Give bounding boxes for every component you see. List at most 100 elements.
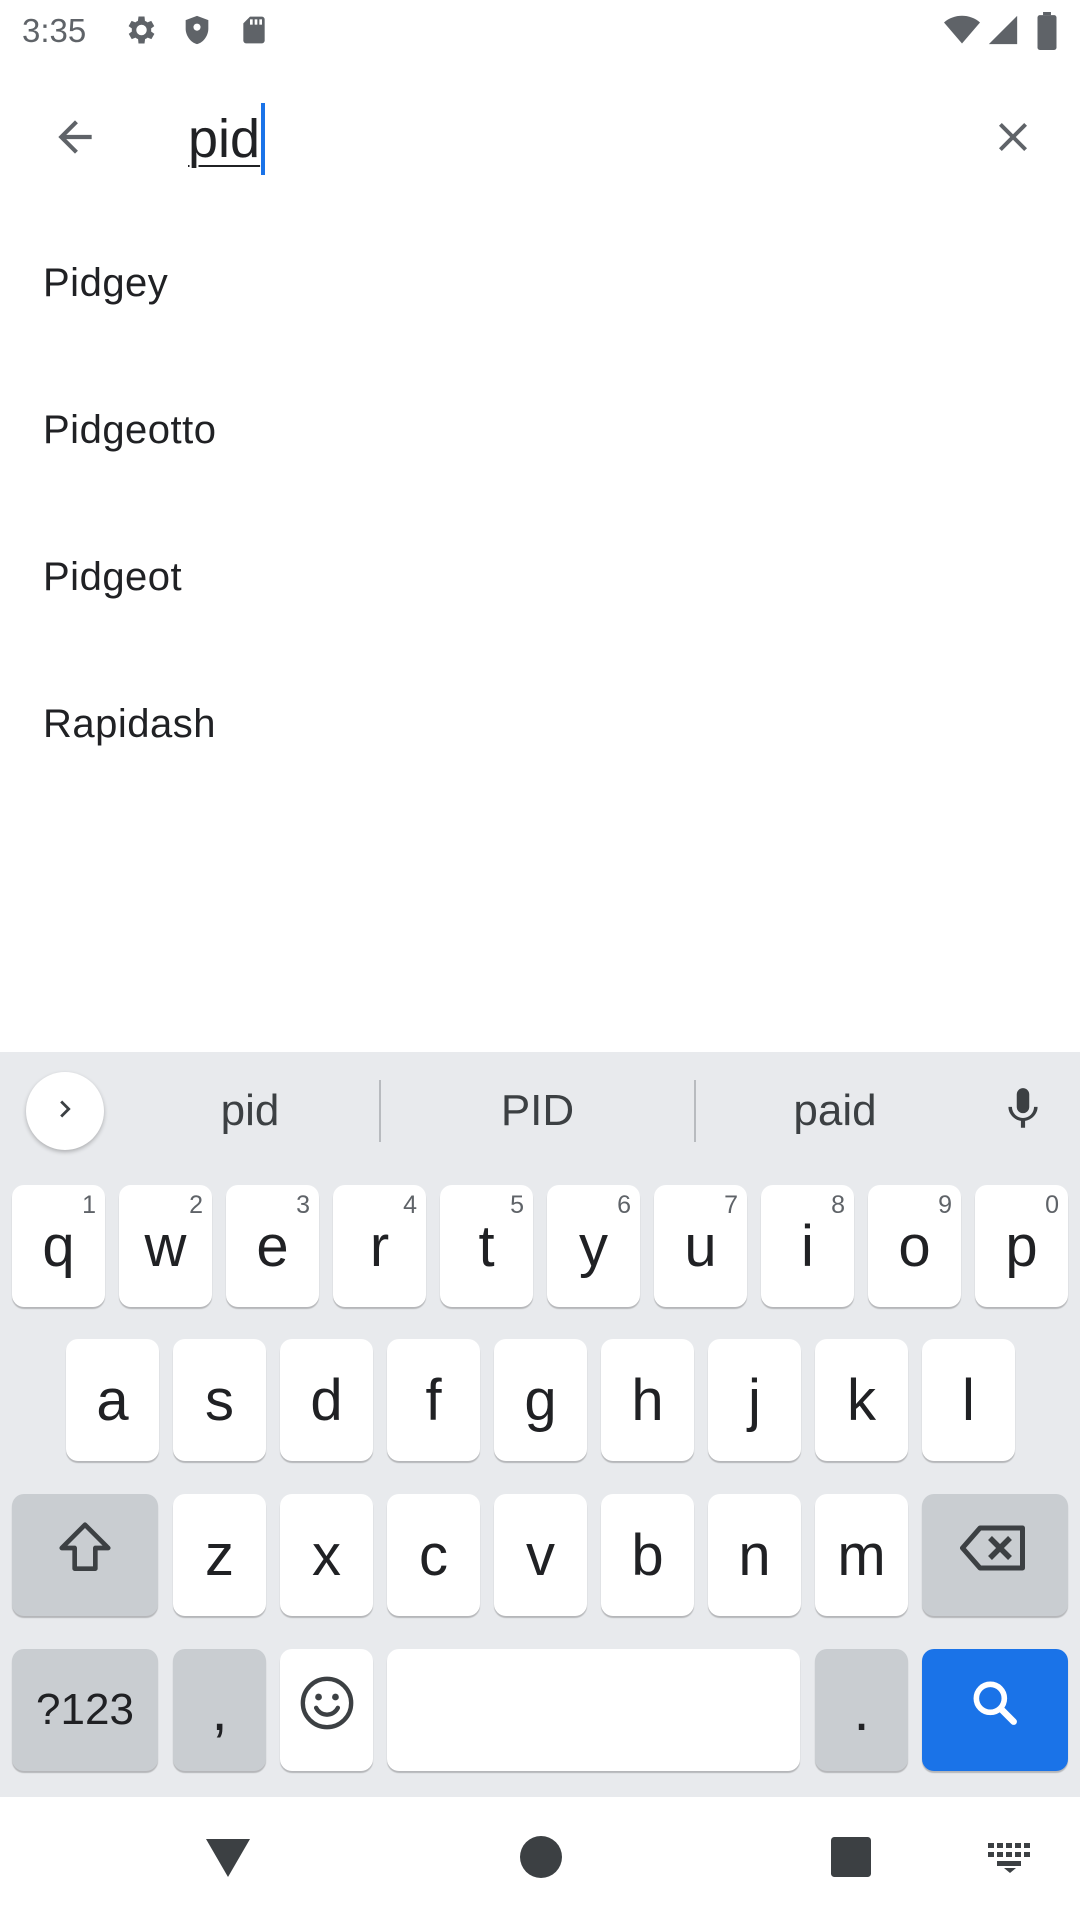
- key-label: a: [96, 1367, 129, 1433]
- key-label: f: [425, 1367, 442, 1433]
- result-label: Rapidash: [43, 702, 217, 746]
- key-g[interactable]: g: [494, 1339, 587, 1461]
- suggestion-2[interactable]: PID: [380, 1052, 695, 1170]
- nav-recents-button[interactable]: [821, 1829, 881, 1889]
- key-hint: 5: [510, 1191, 524, 1219]
- key-k[interactable]: k: [815, 1339, 908, 1461]
- key-label: z: [205, 1522, 234, 1588]
- key-x[interactable]: x: [280, 1494, 373, 1616]
- key-label: l: [962, 1367, 975, 1433]
- key-y[interactable]: y6: [547, 1185, 640, 1307]
- search-icon: [967, 1675, 1023, 1745]
- key-label: x: [312, 1522, 341, 1588]
- sd-card-icon: [238, 12, 270, 53]
- key-label: p: [1005, 1213, 1038, 1279]
- key-label: e: [256, 1213, 289, 1279]
- period-key[interactable]: .: [815, 1649, 908, 1771]
- key-hint: 9: [938, 1191, 952, 1219]
- key-o[interactable]: o9: [868, 1185, 961, 1307]
- key-r[interactable]: r4: [333, 1185, 426, 1307]
- key-label: c: [419, 1522, 448, 1588]
- nav-back-button[interactable]: [198, 1829, 258, 1889]
- key-label: u: [684, 1213, 717, 1279]
- result-label: Pidgeotto: [43, 408, 217, 452]
- key-label: ,: [211, 1677, 228, 1743]
- result-item[interactable]: Rapidash: [0, 651, 1080, 798]
- shield-icon: [180, 12, 214, 53]
- search-input[interactable]: pid: [188, 94, 266, 184]
- key-p[interactable]: p0: [975, 1185, 1068, 1307]
- key-label: j: [748, 1367, 761, 1433]
- key-u[interactable]: u7: [654, 1185, 747, 1307]
- soft-keyboard: pid PID paid q1 w2 e3 r4 t5 y6 u7 i8 o9 …: [0, 1052, 1080, 1797]
- key-hint: 3: [296, 1191, 310, 1219]
- result-item[interactable]: Pidgeotto: [0, 357, 1080, 504]
- comma-key[interactable]: ,: [173, 1649, 266, 1771]
- shift-arrow-icon: [54, 1517, 116, 1593]
- shift-key[interactable]: [12, 1494, 158, 1616]
- key-hint: 2: [189, 1191, 203, 1219]
- suggestion-1[interactable]: pid: [120, 1052, 380, 1170]
- expand-toolbar-button[interactable]: [26, 1072, 104, 1150]
- close-icon: [989, 113, 1037, 166]
- key-hint: 7: [724, 1191, 738, 1219]
- wifi-icon: [942, 12, 982, 53]
- key-hint: 4: [403, 1191, 417, 1219]
- key-label: k: [847, 1367, 876, 1433]
- key-label: w: [144, 1213, 187, 1279]
- key-label: g: [524, 1367, 557, 1433]
- key-l[interactable]: l: [922, 1339, 1015, 1461]
- gear-icon: [122, 12, 158, 53]
- backspace-key[interactable]: [922, 1494, 1068, 1616]
- result-item[interactable]: Pidgey: [0, 210, 1080, 357]
- key-q[interactable]: q1: [12, 1185, 105, 1307]
- search-header: pid: [0, 64, 1080, 214]
- status-time: 3:35: [22, 12, 87, 49]
- key-m[interactable]: m: [815, 1494, 908, 1616]
- key-label: s: [205, 1367, 234, 1433]
- emoji-key[interactable]: [280, 1649, 373, 1771]
- key-label: n: [738, 1522, 771, 1588]
- result-label: Pidgey: [43, 261, 169, 305]
- search-query-text: pid: [188, 109, 261, 169]
- key-z[interactable]: z: [173, 1494, 266, 1616]
- voice-input-button[interactable]: [988, 1076, 1058, 1146]
- key-h[interactable]: h: [601, 1339, 694, 1461]
- home-circle-icon: [520, 1835, 562, 1883]
- back-button[interactable]: [40, 104, 110, 174]
- suggestion-strip: pid PID paid: [0, 1052, 1080, 1170]
- search-action-key[interactable]: [922, 1649, 1068, 1771]
- key-j[interactable]: j: [708, 1339, 801, 1461]
- back-triangle-icon: [204, 1835, 252, 1884]
- key-label: h: [631, 1367, 664, 1433]
- key-label: .: [853, 1677, 870, 1743]
- space-key[interactable]: [387, 1649, 800, 1771]
- search-results-list: Pidgey Pidgeotto Pidgeot Rapidash: [0, 210, 1080, 798]
- recents-square-icon: [831, 1836, 871, 1882]
- key-e[interactable]: e3: [226, 1185, 319, 1307]
- key-i[interactable]: i8: [761, 1185, 854, 1307]
- key-s[interactable]: s: [173, 1339, 266, 1461]
- key-label: o: [898, 1213, 931, 1279]
- key-hint: 1: [82, 1191, 96, 1219]
- key-label: ?123: [36, 1685, 134, 1734]
- clear-search-button[interactable]: [976, 102, 1050, 176]
- symbols-key[interactable]: ?123: [12, 1649, 158, 1771]
- keyboard-switch-button[interactable]: [982, 1835, 1038, 1885]
- key-label: d: [310, 1367, 343, 1433]
- key-c[interactable]: c: [387, 1494, 480, 1616]
- key-w[interactable]: w2: [119, 1185, 212, 1307]
- result-item[interactable]: Pidgeot: [0, 504, 1080, 651]
- key-label: i: [801, 1213, 814, 1279]
- nav-home-button[interactable]: [511, 1829, 571, 1889]
- text-caret: [261, 103, 266, 175]
- key-b[interactable]: b: [601, 1494, 694, 1616]
- suggestion-3[interactable]: paid: [695, 1052, 975, 1170]
- chevron-right-icon: [48, 1092, 82, 1131]
- key-n[interactable]: n: [708, 1494, 801, 1616]
- key-t[interactable]: t5: [440, 1185, 533, 1307]
- key-v[interactable]: v: [494, 1494, 587, 1616]
- key-d[interactable]: d: [280, 1339, 373, 1461]
- key-a[interactable]: a: [66, 1339, 159, 1461]
- key-f[interactable]: f: [387, 1339, 480, 1461]
